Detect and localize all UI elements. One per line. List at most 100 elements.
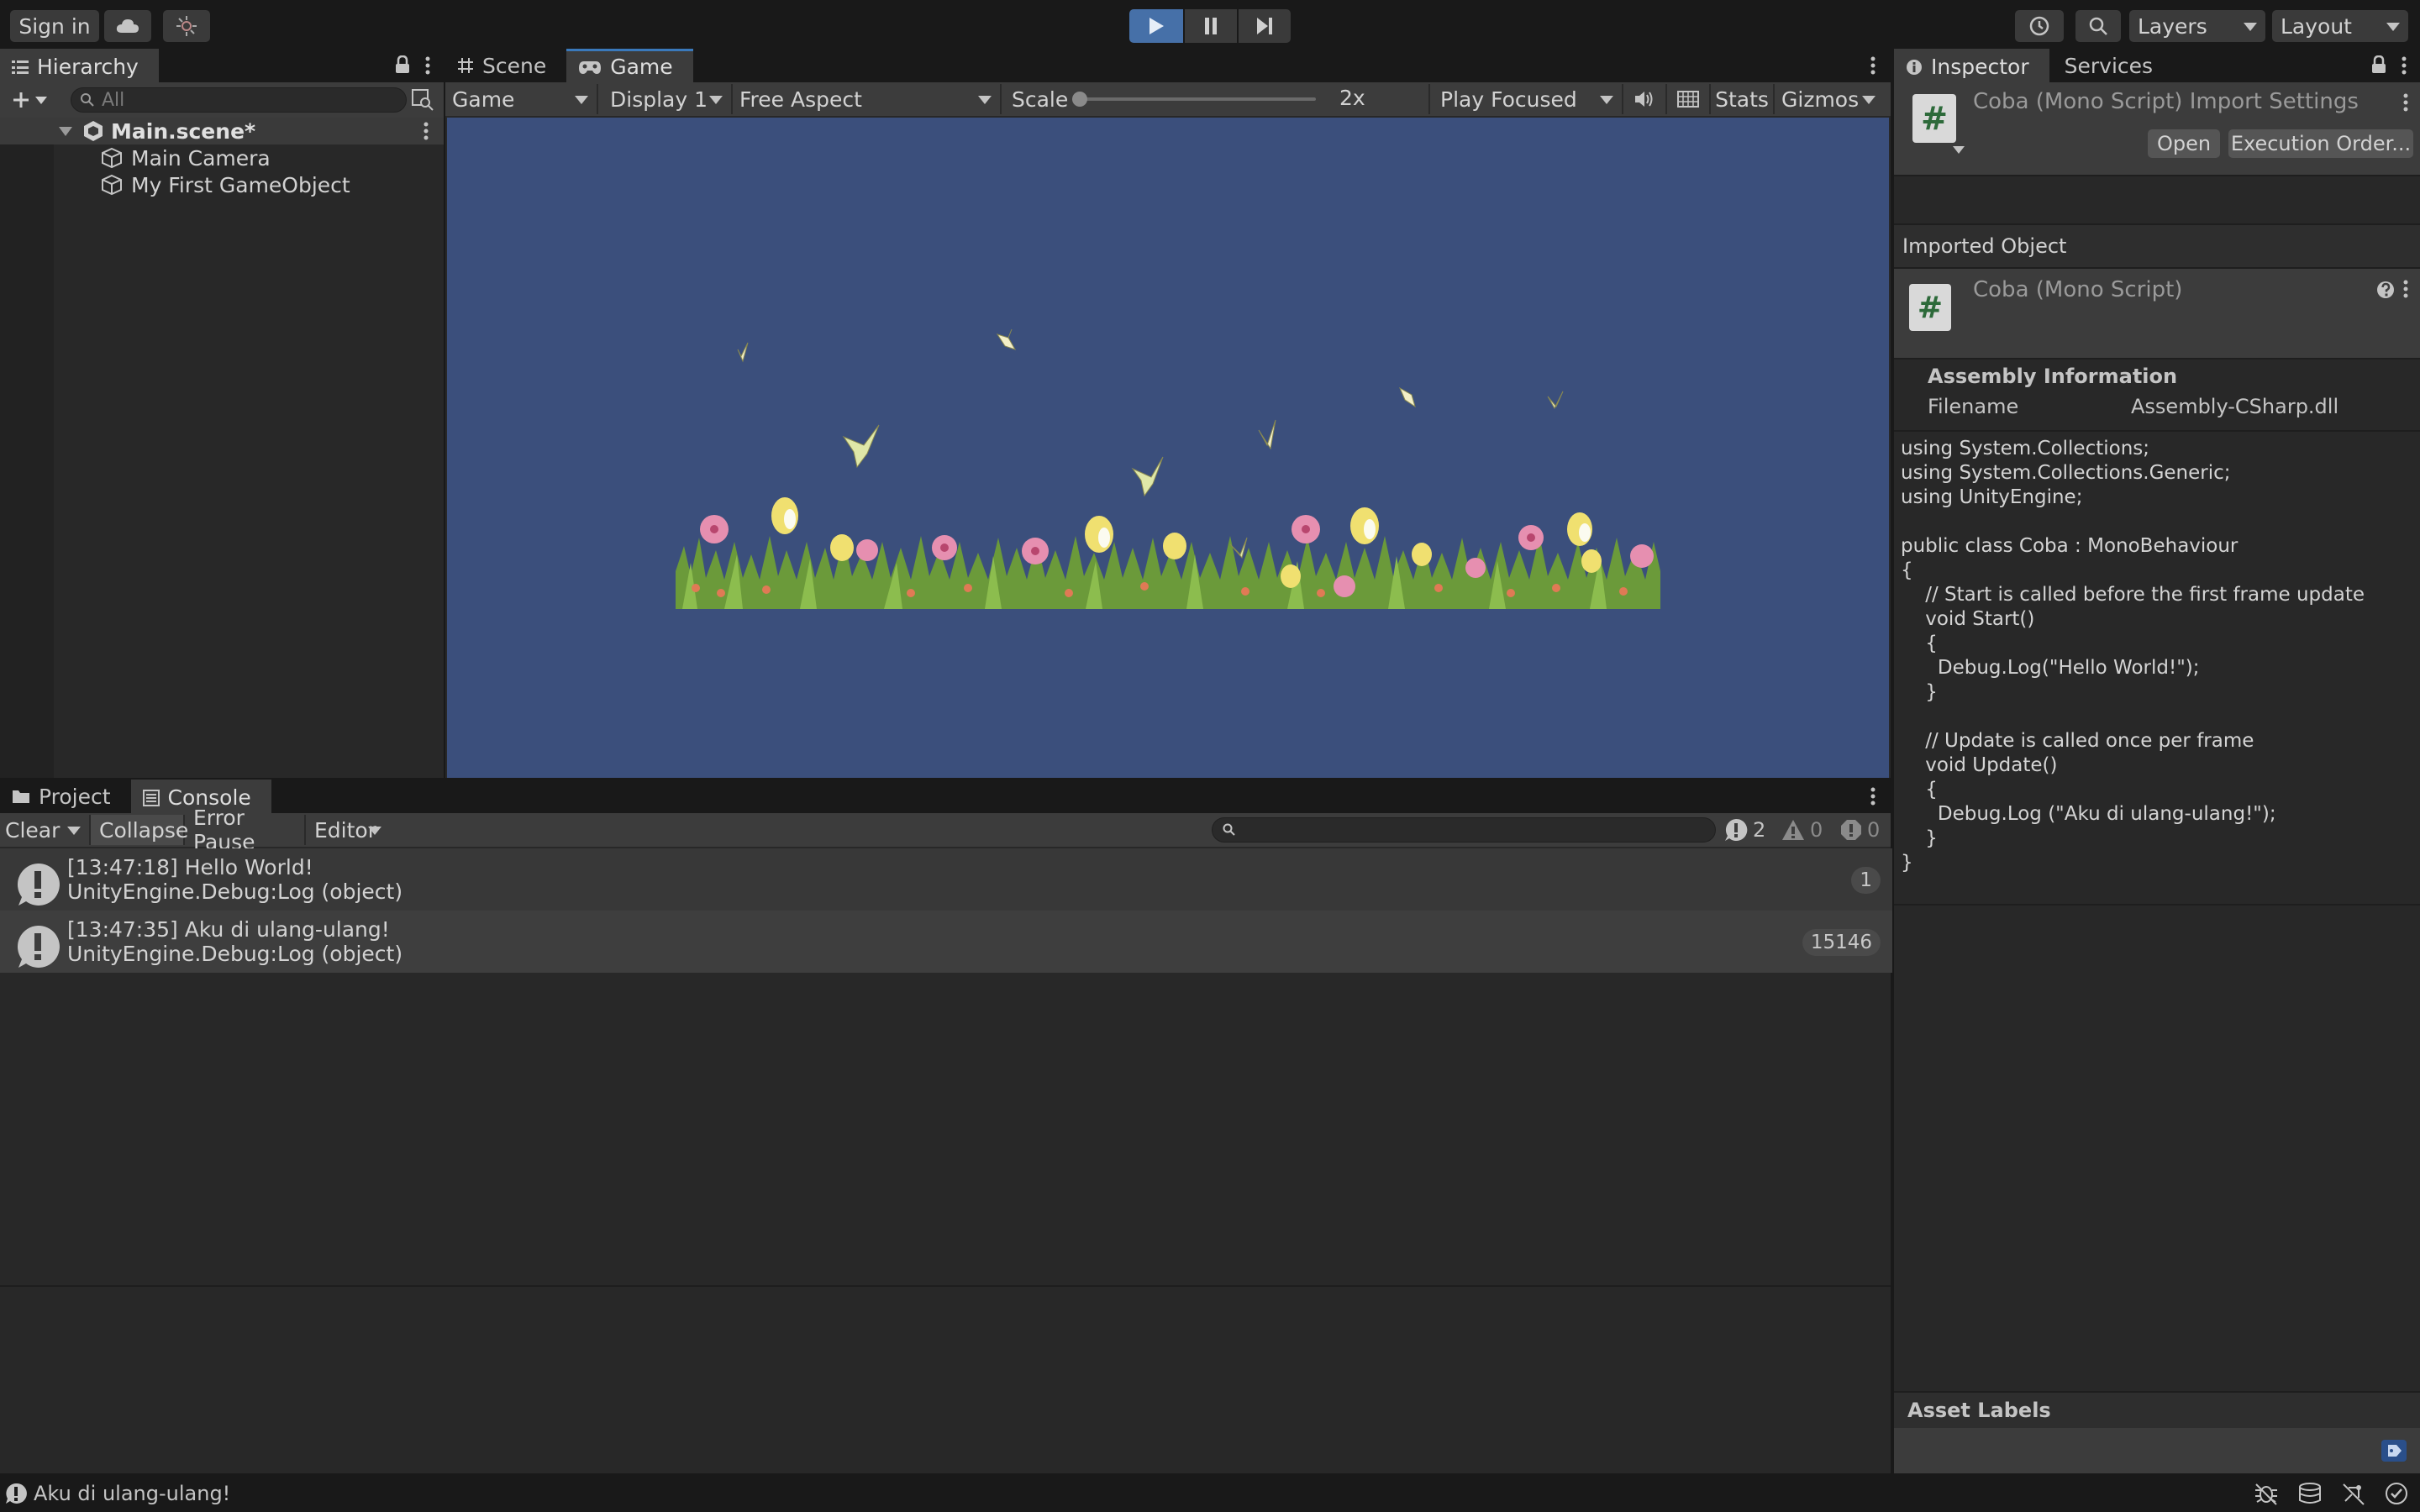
hierarchy-item-main-camera[interactable]: Main Camera bbox=[0, 144, 444, 171]
console-entry-hello-world[interactable]: [13:47:18] Hello World! UnityEngine.Debu… bbox=[0, 848, 1892, 911]
chevron-down-icon[interactable] bbox=[1953, 146, 1965, 154]
code-line: Debug.Log ("Aku di ulang-ulang!"); bbox=[1901, 803, 2276, 825]
sign-in-button[interactable]: Sign in bbox=[10, 10, 99, 42]
cache-icon[interactable] bbox=[2297, 1482, 2323, 1505]
asset-labels-area bbox=[1894, 1428, 2420, 1473]
console-toolbar: Clear Collapse Error Pause Editor 2 0 0 bbox=[0, 806, 1891, 854]
kebab-icon[interactable] bbox=[1870, 55, 1876, 79]
aspect-dropdown[interactable]: Free Aspect bbox=[733, 84, 1002, 114]
play-mode-dropdown[interactable]: Play Focused bbox=[1430, 84, 1623, 114]
tab-inspector[interactable]: Inspector bbox=[1894, 49, 2049, 82]
error-count-toggle[interactable]: 0 bbox=[1840, 815, 1880, 845]
tab-inspector-label: Inspector bbox=[1931, 55, 2029, 79]
console-message: [13:47:18] Hello World! bbox=[67, 855, 313, 879]
search-icon[interactable] bbox=[2075, 10, 2121, 42]
stats-button[interactable]: Stats bbox=[1711, 84, 1775, 114]
scene-name: Main.scene* bbox=[111, 118, 256, 144]
layout-dropdown[interactable]: Layout bbox=[2272, 10, 2408, 42]
open-button[interactable]: Open bbox=[2148, 129, 2220, 158]
kebab-icon[interactable] bbox=[2403, 92, 2408, 116]
error-pause-toggle[interactable]: Error Pause bbox=[185, 806, 306, 854]
chevron-down-icon bbox=[1600, 96, 1613, 104]
lock-icon[interactable] bbox=[2371, 55, 2386, 77]
tab-services-label: Services bbox=[2064, 53, 2154, 78]
console-detail-divider[interactable] bbox=[0, 1285, 1891, 1287]
scale-slider-track[interactable] bbox=[1072, 97, 1316, 101]
game-view-dropdown[interactable]: Game bbox=[445, 84, 598, 114]
filename-value: Assembly-CSharp.dll bbox=[2131, 395, 2339, 418]
divider bbox=[1894, 358, 2420, 360]
console-entry-aku-di-ulang-ulang[interactable]: [13:47:35] Aku di ulang-ulang! UnityEngi… bbox=[0, 911, 1892, 973]
tag-icon[interactable] bbox=[2381, 1440, 2407, 1462]
divider bbox=[1894, 175, 2420, 176]
audio-icon[interactable] bbox=[1623, 84, 1667, 114]
inspector-panel: Inspector Services # Coba (Mono Script) … bbox=[1894, 49, 2420, 1473]
grid-icon[interactable] bbox=[1667, 84, 1711, 114]
asset-labels-header[interactable]: Asset Labels bbox=[1894, 1393, 2420, 1428]
clear-options-dropdown[interactable] bbox=[60, 815, 91, 845]
kebab-icon[interactable] bbox=[2402, 55, 2407, 79]
play-mode-label: Play Focused bbox=[1440, 87, 1577, 112]
kebab-icon[interactable] bbox=[2403, 279, 2408, 302]
pause-icon[interactable] bbox=[1185, 9, 1237, 43]
info-count-toggle[interactable]: 2 bbox=[1724, 815, 1765, 845]
imported-object-label: Imported Object bbox=[1902, 234, 2067, 258]
check-icon[interactable] bbox=[2385, 1482, 2408, 1505]
tab-game[interactable]: Game bbox=[566, 49, 693, 82]
kebab-icon[interactable] bbox=[424, 122, 429, 144]
hierarchy-item-my-first-gameobject[interactable]: My First GameObject bbox=[0, 171, 444, 198]
tab-scene[interactable]: Scene bbox=[445, 49, 566, 82]
code-line: using System.Collections; bbox=[1901, 438, 2150, 459]
cloud-icon[interactable] bbox=[104, 10, 151, 42]
scene-search-icon[interactable] bbox=[412, 89, 434, 114]
bug-icon[interactable] bbox=[2254, 1482, 2279, 1505]
lock-icon[interactable] bbox=[395, 55, 410, 77]
gizmos-dropdown[interactable]: Gizmos bbox=[1775, 84, 1876, 114]
add-icon[interactable] bbox=[0, 82, 59, 118]
editor-dropdown[interactable]: Editor bbox=[306, 815, 388, 845]
collab-icon[interactable] bbox=[163, 10, 210, 42]
clear-button[interactable]: Clear bbox=[0, 815, 60, 845]
scene-grid-icon bbox=[458, 58, 473, 73]
console-search-input[interactable] bbox=[1212, 817, 1716, 843]
code-line: Debug.Log("Hello World!"); bbox=[1901, 657, 2200, 679]
display-dropdown[interactable]: Display 1 bbox=[598, 84, 733, 114]
history-icon[interactable] bbox=[2015, 10, 2064, 42]
help-icon[interactable] bbox=[2376, 281, 2395, 302]
scale-slider-handle[interactable] bbox=[1072, 92, 1087, 107]
info-icon bbox=[17, 925, 60, 968]
scale-label: Scale bbox=[1012, 87, 1069, 112]
collapse-count-badge: 1 bbox=[1851, 867, 1881, 894]
kebab-icon[interactable] bbox=[1870, 786, 1876, 810]
code-line: void Start() bbox=[1901, 608, 2035, 630]
script-source-preview: using System.Collections; using System.Co… bbox=[1901, 437, 2413, 875]
code-line: { bbox=[1901, 559, 1913, 581]
play-icon[interactable] bbox=[1129, 9, 1183, 43]
step-icon[interactable] bbox=[1239, 9, 1291, 43]
script-name: Coba (Mono Script) bbox=[1973, 277, 2183, 302]
status-message[interactable]: Aku di ulang-ulang! bbox=[34, 1482, 230, 1505]
hierarchy-panel: Hierarchy All Main.scene* Main Camera My… bbox=[0, 49, 444, 778]
warning-icon bbox=[1782, 820, 1804, 840]
collapse-toggle[interactable]: Collapse bbox=[91, 815, 189, 845]
search-input[interactable]: All bbox=[71, 87, 407, 113]
warning-count-toggle[interactable]: 0 bbox=[1781, 815, 1823, 845]
collapse-label: Collapse bbox=[99, 817, 189, 843]
tab-scene-label: Scene bbox=[482, 53, 547, 78]
scene-row[interactable]: Main.scene* bbox=[0, 118, 444, 144]
status-icons bbox=[2254, 1482, 2408, 1505]
console-icon bbox=[142, 789, 160, 806]
tab-project[interactable]: Project bbox=[0, 780, 131, 813]
game-canvas[interactable] bbox=[447, 118, 1889, 778]
gameobject-icon bbox=[102, 147, 122, 169]
console-message: [13:47:35] Aku di ulang-ulang! bbox=[67, 917, 390, 942]
tab-hierarchy[interactable]: Hierarchy bbox=[0, 49, 159, 82]
layers-dropdown[interactable]: Layers bbox=[2129, 10, 2265, 42]
tab-services[interactable]: Services bbox=[2049, 49, 2173, 82]
info-count: 2 bbox=[1753, 818, 1766, 842]
kebab-icon[interactable] bbox=[425, 55, 430, 79]
execution-order-button[interactable]: Execution Order... bbox=[2228, 129, 2413, 158]
network-icon[interactable] bbox=[2341, 1482, 2366, 1505]
code-line: // Update is called once per frame bbox=[1901, 730, 2254, 752]
